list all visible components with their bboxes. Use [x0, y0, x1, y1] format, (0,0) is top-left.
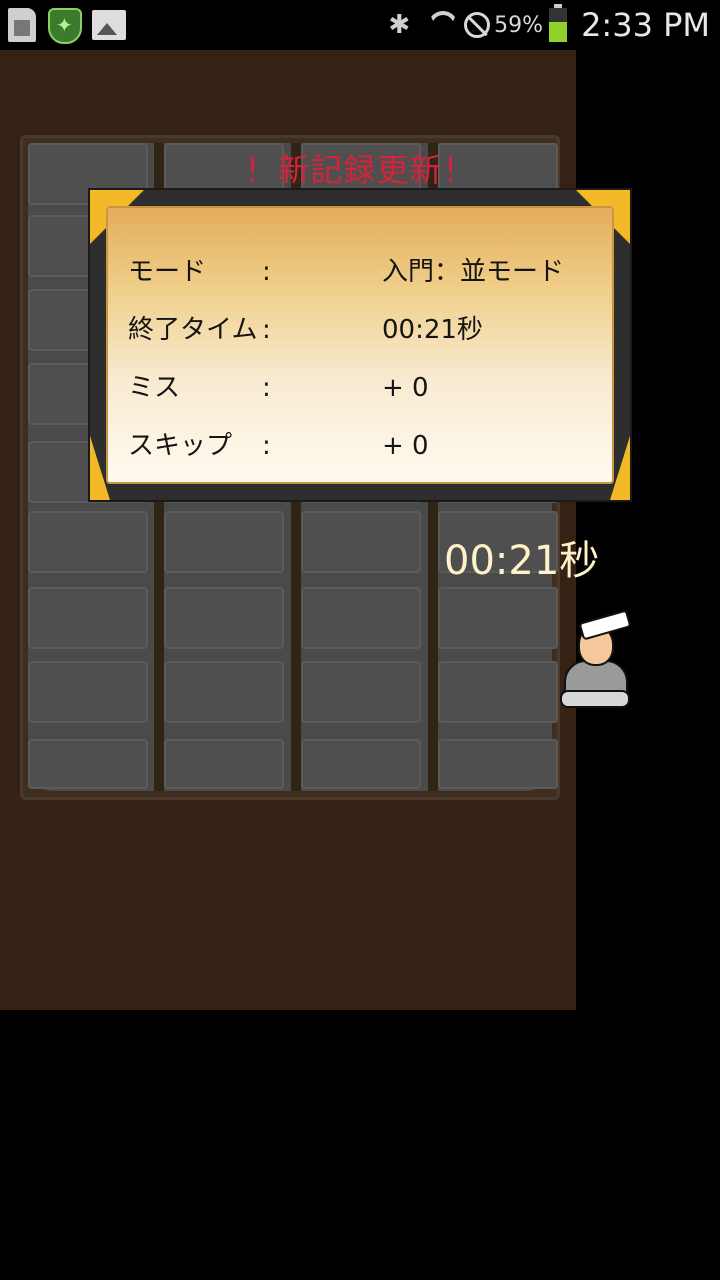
status-bar: ✱ 59% 2:33 PM [0, 0, 720, 50]
bluetooth-icon: ✱ [388, 10, 411, 40]
board-cell[interactable] [28, 739, 148, 789]
result-value: 入門：並モード [382, 257, 565, 287]
new-record-banner: ！新記録更新！ [244, 151, 476, 189]
board-cell[interactable] [438, 739, 558, 789]
board-cell[interactable] [164, 739, 284, 789]
no-disturb-icon [464, 12, 491, 38]
board-cell[interactable] [301, 587, 421, 649]
board-cell[interactable] [164, 661, 284, 723]
result-colon: : [262, 431, 271, 461]
result-colon: : [262, 257, 271, 287]
board-cell[interactable] [301, 739, 421, 789]
battery-percent: 59% [494, 12, 544, 38]
result-label: スキップ [128, 431, 233, 461]
samurai-character[interactable] [560, 609, 632, 708]
board-cell[interactable] [164, 587, 284, 649]
board-cell[interactable] [301, 511, 421, 573]
board-cell[interactable] [28, 587, 148, 649]
board-cell[interactable] [438, 587, 558, 649]
result-value: + 0 [382, 431, 429, 461]
result-label: モード [128, 257, 207, 287]
battery-icon [549, 4, 568, 42]
result-label: ミス [128, 373, 181, 403]
elapsed-timer: 00:21秒 [444, 538, 600, 584]
result-value: + 0 [382, 373, 429, 403]
board-cell[interactable] [28, 511, 148, 573]
status-clock: 2:33 PM [581, 6, 710, 44]
result-colon: : [262, 373, 271, 403]
wifi-icon [428, 11, 458, 39]
image-icon [92, 10, 126, 40]
board-cell[interactable] [164, 511, 284, 573]
result-label: 終了タイム [128, 315, 258, 345]
result-card: モード : 入門：並モード 終了タイム : 00:21秒 ミス : + 0 スキ… [106, 206, 614, 484]
result-colon: : [262, 315, 271, 345]
samurai-legs [560, 690, 630, 708]
result-value: 00:21秒 [382, 315, 483, 345]
sim-card-icon [8, 8, 36, 42]
board-cell[interactable] [301, 661, 421, 723]
board-cell[interactable] [438, 661, 558, 723]
result-panel: モード : 入門：並モード 終了タイム : 00:21秒 ミス : + 0 スキ… [90, 190, 630, 500]
board-cell[interactable] [28, 661, 148, 723]
shield-app-icon [48, 8, 82, 44]
